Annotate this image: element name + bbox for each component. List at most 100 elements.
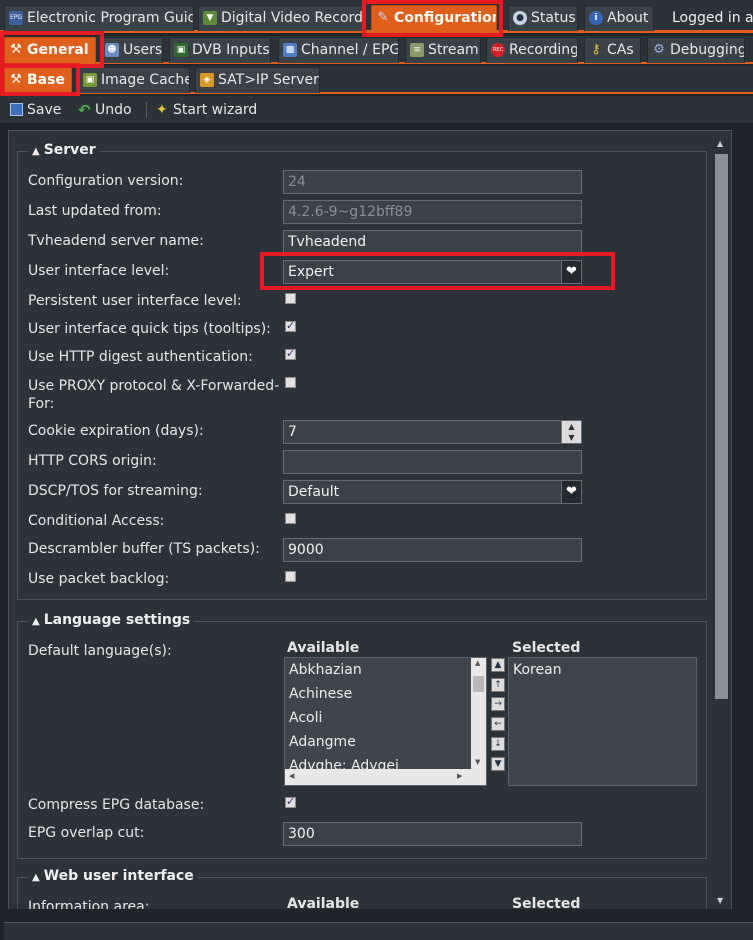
wrench-icon: ⚒ [10, 72, 22, 87]
persistent-ui-level-checkbox[interactable] [285, 293, 296, 304]
descrambler-buffer-label: Descrambler buffer (TS packets): [28, 541, 260, 557]
scrollbar[interactable]: ▲ ▼ [713, 137, 730, 908]
move-left-icon[interactable]: ← [491, 717, 505, 731]
tab-satip-server[interactable]: ◈ SAT>IP Server [195, 67, 320, 93]
conditional-access-checkbox[interactable] [285, 513, 296, 524]
selected-header: Selected [512, 640, 581, 656]
tab-configuration[interactable]: ✎ Configuration [371, 5, 497, 31]
tab-dvb-inputs-label: DVB Inputs [192, 42, 270, 58]
scroll-down-arrow-icon[interactable]: ▼ [475, 758, 480, 766]
scroll-up-arrow-icon[interactable]: ▲ [475, 659, 480, 667]
tab-stream[interactable]: ≡ Stream [405, 37, 481, 63]
tab-configuration-label: Configuration [394, 10, 497, 26]
available-languages-list[interactable]: Abkhazian Achinese Acoli Adangme Adyghe;… [284, 657, 487, 786]
satip-icon: ◈ [200, 73, 214, 87]
logged-in-label: Logged in as [672, 10, 753, 26]
tab-epg[interactable]: EPG Electronic Program Guide [4, 5, 194, 31]
tab-users[interactable]: ☻ Users [100, 37, 163, 63]
cog-icon: ⚙ [653, 42, 665, 57]
language-legend[interactable]: ▲ Language settings [28, 612, 195, 628]
rec-icon: REC [491, 43, 505, 57]
digest-auth-label: Use HTTP digest authentication: [28, 349, 253, 365]
packet-backlog-checkbox[interactable] [285, 571, 296, 582]
cookie-expiration-label: Cookie expiration (days): [28, 423, 204, 439]
tab-status[interactable]: ● Status [508, 5, 578, 31]
tooltips-label: User interface quick tips (tooltips): [28, 321, 271, 337]
spinner-icon[interactable]: ▲ ▼ [561, 421, 581, 443]
undo-button[interactable]: ↶ Undo [77, 100, 132, 120]
tab-cas-label: CAs [607, 42, 634, 58]
last-updated-label: Last updated from: [28, 203, 162, 219]
move-right-icon[interactable]: → [491, 697, 505, 711]
proxy-protocol-label: Use PROXY protocol & X-Forwarded- For: [28, 377, 279, 413]
tab-channel-epg[interactable]: ▩ Channel / EPG [278, 37, 399, 63]
undo-icon: ↶ [78, 101, 91, 119]
web-ui-legend-text: Web user interface [43, 868, 194, 884]
epg-overlap-field[interactable]: 300 [283, 822, 582, 846]
epg-icon: EPG [9, 11, 23, 25]
scroll-thumb[interactable] [715, 154, 728, 699]
dscp-tos-select[interactable]: Default ❤ [283, 480, 582, 504]
tab-users-label: Users [123, 42, 163, 58]
dvr-icon: ▼ [203, 11, 217, 25]
list-hscrollbar[interactable]: ◀ ▶ [285, 769, 486, 785]
scroll-right-arrow-icon[interactable]: ▶ [457, 772, 462, 780]
scroll-down-arrow-icon[interactable]: ▼ [717, 896, 723, 905]
web-ui-legend[interactable]: ▲ Web user interface [28, 868, 198, 884]
chevron-down-icon[interactable]: ❤ [561, 261, 581, 283]
cors-origin-field[interactable] [283, 450, 582, 474]
list-item[interactable]: Korean [509, 658, 696, 682]
selected-languages-list[interactable]: Korean [508, 657, 697, 786]
tab-image-cache-label: Image Cache [101, 72, 190, 88]
move-top-icon[interactable]: ▲ [491, 658, 505, 672]
start-wizard-button[interactable]: ✦ Start wizard [155, 100, 257, 120]
tooltips-checkbox[interactable] [285, 319, 296, 332]
scroll-left-arrow-icon[interactable]: ◀ [289, 772, 294, 780]
server-legend[interactable]: ▲ Server [28, 142, 100, 158]
tab-base[interactable]: ⚒ Base [4, 67, 72, 93]
toolbar-separator [146, 102, 147, 118]
server-name-label: Tvheadend server name: [28, 233, 204, 249]
tab-recording-label: Recording [509, 42, 578, 58]
tab-image-cache[interactable]: ▣ Image Cache [78, 67, 190, 93]
move-up-icon[interactable]: ↑ [491, 678, 505, 692]
tab-dvb-inputs[interactable]: ▣ DVB Inputs [169, 37, 271, 63]
scroll-up-arrow-icon[interactable]: ▲ [717, 139, 723, 148]
list-item[interactable]: Adangme [285, 730, 486, 754]
dscp-tos-value: Default [288, 484, 340, 500]
tab-dvr[interactable]: ▼ Digital Video Recorder [198, 5, 363, 31]
scroll-thumb[interactable] [473, 676, 484, 692]
tab-status-label: Status [531, 10, 576, 26]
move-down-icon[interactable]: ↓ [491, 737, 505, 751]
cookie-expiration-value: 7 [288, 424, 297, 440]
list-vscrollbar[interactable]: ▲ ▼ [471, 658, 486, 769]
tab-recording[interactable]: REC Recording [486, 37, 578, 63]
cookie-expiration-field[interactable]: 7 ▲ ▼ [283, 420, 582, 444]
tab-about[interactable]: i About [584, 5, 654, 31]
list-item[interactable]: Acoli [285, 706, 486, 730]
server-name-field[interactable]: Tvheadend [283, 230, 582, 254]
epg-overlap-label: EPG overlap cut: [28, 825, 145, 841]
tab-about-label: About [607, 10, 649, 26]
chevron-down-icon[interactable]: ❤ [561, 481, 581, 503]
digest-auth-checkbox[interactable] [285, 347, 296, 360]
config-version-label: Configuration version: [28, 173, 184, 189]
default-language-label: Default language(s): [28, 643, 172, 659]
key-icon: ⚷ [591, 42, 601, 57]
move-bottom-icon[interactable]: ▼ [491, 757, 505, 771]
ui-level-select[interactable]: Expert ❤ [283, 260, 582, 284]
list-item[interactable]: Achinese [285, 682, 486, 706]
proxy-protocol-checkbox[interactable] [285, 377, 296, 388]
descrambler-buffer-field[interactable]: 9000 [283, 538, 582, 562]
list-item[interactable]: Abkhazian [285, 658, 486, 682]
tab-general[interactable]: ⚒ General [4, 37, 96, 63]
tab-stream-label: Stream [428, 42, 479, 58]
tab-dvr-label: Digital Video Recorder [221, 10, 363, 26]
start-wizard-label: Start wizard [173, 102, 258, 118]
compress-epg-checkbox[interactable] [285, 795, 296, 808]
tab-debugging[interactable]: ⚙ Debugging [647, 37, 745, 63]
save-button[interactable]: Save [8, 100, 61, 120]
dscp-tos-label: DSCP/TOS for streaming: [28, 483, 203, 499]
tab-cas[interactable]: ⚷ CAs [584, 37, 641, 63]
collapse-arrow-icon: ▲ [32, 872, 40, 883]
